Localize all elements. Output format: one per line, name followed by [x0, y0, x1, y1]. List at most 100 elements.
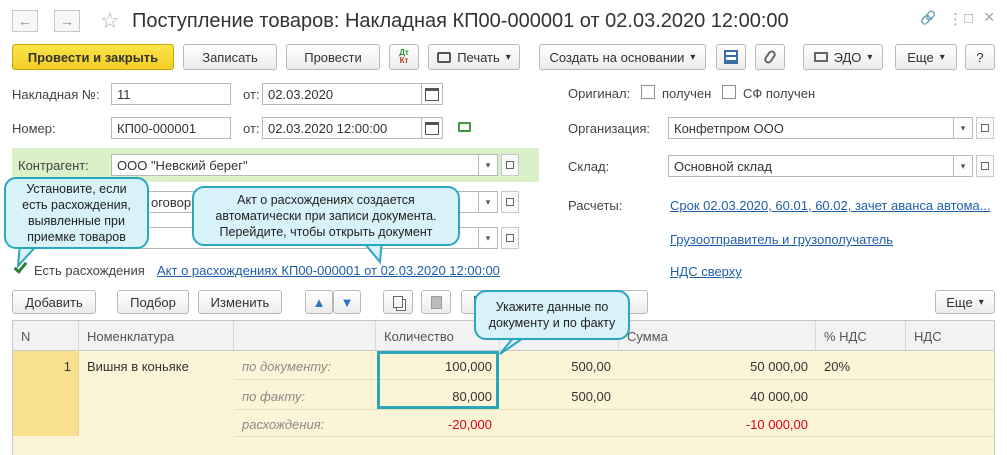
close-icon[interactable]: ×: [984, 7, 995, 28]
received-label: получен: [662, 86, 712, 101]
create-based-on-button[interactable]: Создать на основании ▾: [539, 44, 706, 70]
copy-row-button[interactable]: [383, 290, 413, 314]
row-number: 1: [63, 359, 71, 374]
doc-datetime-input[interactable]: 02.03.2020 12:00:00: [262, 117, 422, 139]
warehouse-open-button[interactable]: [976, 155, 994, 177]
structure-button[interactable]: [716, 44, 746, 70]
counterparty-open-button[interactable]: [501, 154, 519, 176]
arrow-left-icon: ←: [18, 13, 32, 29]
callout-act-hint: Акт о расхождениях создается автоматичес…: [192, 186, 460, 246]
edo-icon: [813, 52, 828, 62]
column-header-row-type[interactable]: [234, 321, 376, 351]
discrepancy-act-link[interactable]: Акт о расхождениях КП00-000001 от 02.03.…: [157, 263, 500, 278]
invoice-date-label: от:: [243, 87, 260, 102]
number-input[interactable]: КП00-000001: [111, 117, 231, 139]
sum-by-fact[interactable]: 40 000,00: [619, 389, 816, 404]
arrow-right-icon: →: [60, 13, 74, 29]
counterparty-dropdown-button[interactable]: ▾: [478, 154, 498, 176]
chevron-down-icon: ▾: [505, 51, 511, 63]
sf-received-checkbox[interactable]: [722, 85, 736, 99]
document-note-icon[interactable]: [458, 122, 471, 132]
open-window-icon: [506, 234, 514, 242]
move-down-button[interactable]: ▼: [333, 290, 361, 314]
post-and-close-button[interactable]: Провести и закрыть: [12, 44, 174, 70]
sum-discrepancy: -10 000,00: [745, 417, 808, 432]
column-header-item[interactable]: Номенклатура: [79, 321, 234, 351]
settlements-label: Расчеты:: [568, 198, 623, 213]
third-field-dropdown-button[interactable]: ▾: [478, 227, 498, 249]
column-header-n[interactable]: N: [13, 321, 79, 351]
column-header-vat[interactable]: НДС: [906, 321, 994, 351]
warehouse-input[interactable]: Основной склад: [668, 155, 954, 177]
move-up-button[interactable]: ▲: [305, 290, 333, 314]
chevron-down-icon: ▾: [960, 160, 966, 171]
organization-input[interactable]: Конфетпром ООО: [668, 117, 954, 139]
open-window-icon: [506, 198, 514, 206]
invoice-number-label: Накладная №:: [12, 87, 100, 102]
paste-row-button[interactable]: [421, 290, 451, 314]
chevron-down-icon: ▾: [485, 232, 491, 243]
doc-date-calendar-button[interactable]: [421, 117, 443, 139]
save-button[interactable]: Записать: [183, 44, 277, 70]
forward-button[interactable]: →: [54, 10, 80, 32]
arrow-down-icon: ▼: [340, 294, 354, 310]
printer-icon: [437, 51, 452, 63]
price-by-fact[interactable]: 500,00: [500, 389, 619, 404]
edit-button[interactable]: Изменить: [198, 290, 282, 314]
edo-button[interactable]: ЭДО ▾: [803, 44, 883, 70]
warehouse-label: Склад:: [568, 159, 610, 174]
more-vertical-icon[interactable]: ⋮: [948, 10, 963, 28]
invoice-date-input[interactable]: 02.03.2020: [262, 83, 422, 105]
discrepancy-label: расхождения:: [242, 417, 325, 432]
dt-kt-button[interactable]: Дт Кт: [389, 44, 419, 70]
organization-dropdown-button[interactable]: ▾: [953, 117, 973, 139]
vat-on-top-link[interactable]: НДС сверху: [670, 264, 742, 279]
link-icon[interactable]: 🔗: [920, 10, 936, 26]
counterparty-input[interactable]: ООО "Невский берег": [111, 154, 479, 176]
help-button[interactable]: ?: [965, 44, 995, 70]
by-document-label: по документу:: [242, 359, 332, 374]
pick-button[interactable]: Подбор: [117, 290, 189, 314]
row-lines-3: [234, 436, 994, 437]
third-field-open-button[interactable]: [501, 227, 519, 249]
post-button[interactable]: Провести: [286, 44, 380, 70]
original-label: Оригинал:: [568, 86, 631, 101]
attach-button[interactable]: [755, 44, 785, 70]
organization-open-button[interactable]: [976, 117, 994, 139]
open-window-icon: [506, 161, 514, 169]
table-row[interactable]: 1 Вишня в коньяке по документу: по факту…: [13, 351, 994, 455]
favorite-star-icon[interactable]: ☆: [100, 8, 120, 34]
by-fact-label: по факту:: [242, 389, 306, 404]
print-button[interactable]: Печать ▾: [428, 44, 520, 70]
add-row-button[interactable]: Добавить: [12, 290, 96, 314]
calendar-icon: [425, 121, 439, 135]
settlements-link[interactable]: Срок 02.03.2020, 60.01, 60.02, зачет ава…: [670, 198, 991, 213]
invoice-number-input[interactable]: 11: [111, 83, 231, 105]
invoice-date-calendar-button[interactable]: [421, 83, 443, 105]
chevron-down-icon: ▾: [960, 122, 966, 133]
window-title: Поступление товаров: Накладная КП00-0000…: [132, 10, 789, 32]
column-header-vat-rate[interactable]: % НДС: [816, 321, 906, 351]
callout-discrepancy-hint: Установите, если есть расхождения, выявл…: [4, 177, 149, 249]
chevron-down-icon: ▾: [485, 159, 491, 170]
arrow-up-icon: ▲: [312, 294, 326, 310]
warehouse-dropdown-button[interactable]: ▾: [953, 155, 973, 177]
chevron-down-icon: ▾: [690, 51, 696, 63]
contract-dropdown-button[interactable]: ▾: [478, 191, 498, 213]
sum-by-document[interactable]: 50 000,00: [619, 359, 816, 374]
row-lines-2: [234, 409, 994, 410]
paste-icon: [430, 295, 442, 309]
shipper-consignee-link[interactable]: Грузоотправитель и грузополучатель: [670, 232, 893, 247]
more-button[interactable]: Еще ▾: [895, 44, 957, 70]
received-checkbox[interactable]: [641, 85, 655, 99]
back-button[interactable]: ←: [12, 10, 38, 32]
doc-date-label: от:: [243, 121, 260, 136]
document-structure-icon: [724, 50, 738, 64]
vat-rate[interactable]: 20%: [816, 359, 906, 374]
quantity-highlight-frame: [377, 351, 499, 409]
maximize-icon[interactable]: □: [964, 10, 973, 27]
column-header-sum[interactable]: Сумма: [619, 321, 816, 351]
organization-label: Организация:: [568, 121, 651, 136]
table-more-button[interactable]: Еще ▾: [935, 290, 995, 314]
contract-open-button[interactable]: [501, 191, 519, 213]
